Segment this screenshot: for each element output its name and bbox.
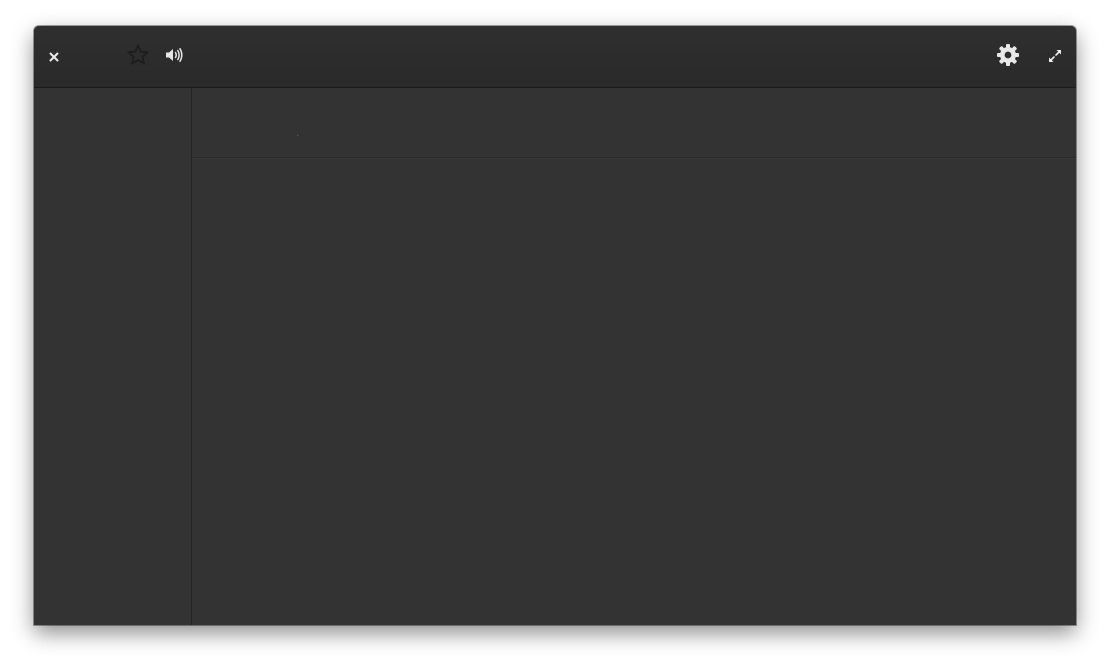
content-title: . — [296, 126, 300, 139]
gear-icon — [996, 43, 1020, 71]
fullscreen-icon — [1048, 48, 1062, 67]
sidebar — [34, 88, 192, 625]
star-outline-icon — [126, 43, 150, 71]
fullscreen-button[interactable] — [1045, 48, 1065, 66]
close-button[interactable] — [44, 45, 64, 67]
volume-button[interactable] — [163, 46, 185, 68]
favorite-button[interactable] — [124, 43, 152, 71]
content-body — [192, 158, 1076, 625]
volume-icon — [165, 47, 183, 67]
main-content: . — [192, 88, 1076, 625]
app-window: . — [34, 26, 1076, 625]
titlebar — [34, 26, 1076, 88]
settings-button[interactable] — [995, 44, 1021, 70]
close-icon — [49, 47, 59, 66]
content-header: . — [192, 88, 1076, 158]
